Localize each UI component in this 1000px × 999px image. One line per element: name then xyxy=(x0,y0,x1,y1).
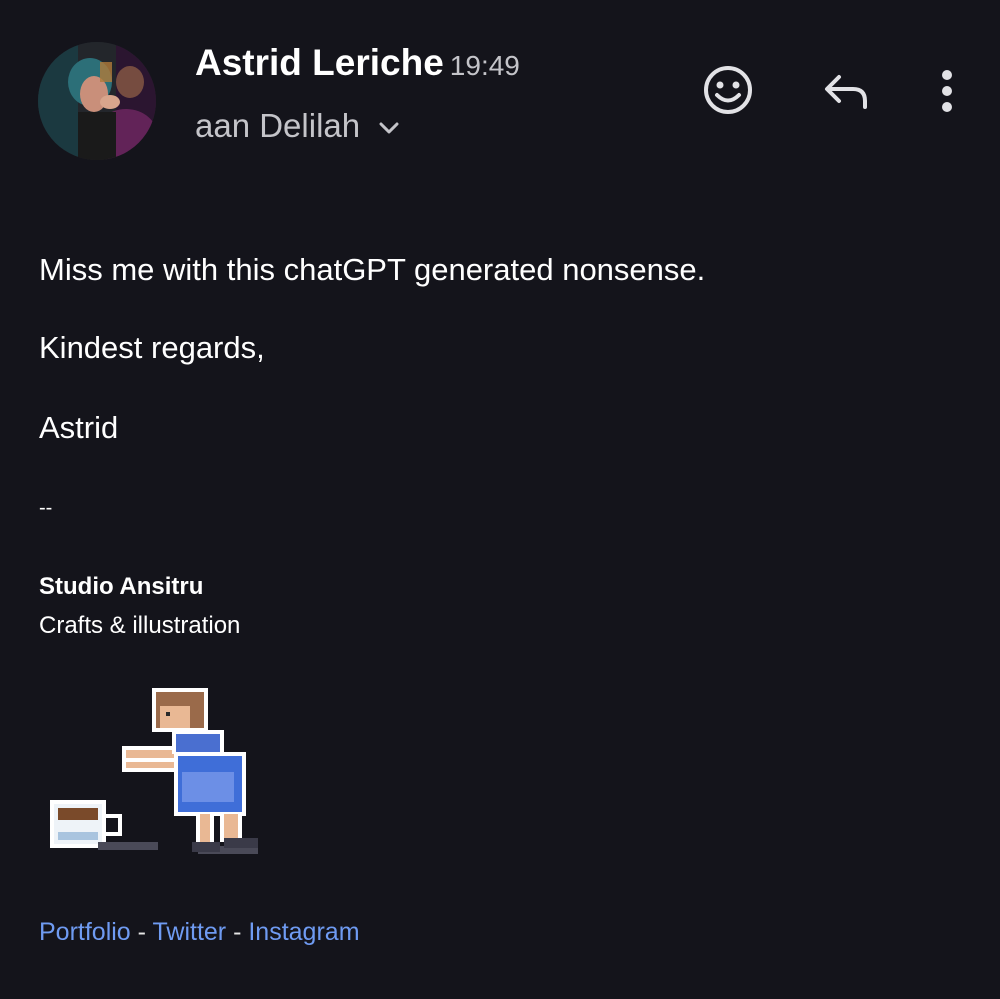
avatar-photo xyxy=(38,42,156,160)
reply-arrow-icon xyxy=(825,75,867,109)
signature-links: Portfolio - Twitter - Instagram xyxy=(39,918,360,947)
signature-tagline: Crafts & illustration xyxy=(39,612,241,639)
chevron-down-icon xyxy=(378,121,400,135)
twitter-link[interactable]: Twitter xyxy=(153,918,227,946)
recipient-details-toggle[interactable]: aan Delilah xyxy=(195,107,400,145)
vertical-dots-icon xyxy=(942,70,952,112)
signature-studio-name: Studio Ansitru xyxy=(39,573,204,600)
sender-avatar[interactable] xyxy=(38,42,156,160)
message-signoff: Astrid xyxy=(39,410,119,445)
instagram-link[interactable]: Instagram xyxy=(248,918,359,946)
portfolio-link[interactable]: Portfolio xyxy=(39,918,131,946)
smiley-icon xyxy=(704,66,752,114)
signature-pixel-art-image xyxy=(48,682,270,864)
more-options-button[interactable] xyxy=(925,62,969,120)
recipient-label: aan Delilah xyxy=(195,107,361,144)
emoji-reaction-button[interactable] xyxy=(700,62,756,118)
message-body-line: Miss me with this chatGPT generated nons… xyxy=(39,252,706,287)
sender-name[interactable]: Astrid Leriche xyxy=(195,42,444,83)
message-time: 19:49 xyxy=(449,50,520,81)
message-closing: Kindest regards, xyxy=(39,330,265,365)
link-separator: - xyxy=(233,918,242,946)
sender-line: Astrid Leriche 19:49 xyxy=(195,42,520,84)
signature-separator: -- xyxy=(39,497,53,519)
reply-button[interactable] xyxy=(818,66,874,116)
link-separator: - xyxy=(137,918,146,946)
